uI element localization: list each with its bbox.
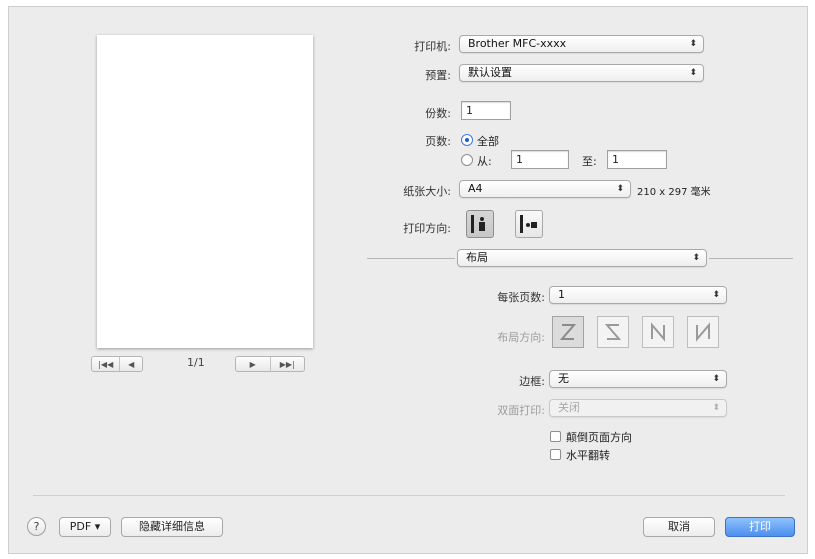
landscape-orientation-button[interactable] — [515, 210, 543, 238]
printer-value: Brother MFC-xxxx — [468, 37, 567, 50]
z-direction-icon — [559, 324, 577, 340]
next-page-button[interactable]: ▶ — [236, 357, 270, 371]
printer-label: 打印机: — [414, 40, 451, 53]
updown-arrows-icon: ⬍ — [689, 68, 697, 78]
border-value: 无 — [558, 372, 569, 385]
reverse-orientation-checkbox[interactable] — [550, 431, 561, 442]
first-page-button[interactable]: |◀◀ — [92, 357, 119, 371]
page-preview — [97, 35, 313, 348]
two-sided-select[interactable]: 关闭 ⬍ — [549, 399, 727, 417]
section-select[interactable]: 布局 ⬍ — [457, 249, 707, 267]
portrait-icon — [471, 215, 485, 233]
copies-label: 份数: — [425, 107, 451, 120]
pages-from-label: 从: — [477, 155, 492, 168]
cancel-button[interactable]: 取消 — [643, 517, 715, 537]
landscape-icon — [520, 215, 537, 233]
reverse-orientation-label: 颠倒页面方向 — [566, 431, 632, 444]
layout-direction-z-button[interactable] — [552, 316, 584, 348]
page-counter: 1/1 — [187, 356, 205, 369]
pages-range-radio[interactable] — [461, 154, 473, 166]
pages-per-sheet-value: 1 — [558, 288, 565, 301]
pdf-menu-button[interactable]: PDF ▾ — [59, 517, 111, 537]
portrait-orientation-button[interactable] — [466, 210, 494, 238]
updown-arrows-icon: ⬍ — [616, 184, 624, 194]
layout-direction-reverse-n-button[interactable] — [687, 316, 719, 348]
section-value: 布局 — [466, 251, 488, 264]
section-separator-right — [709, 258, 793, 259]
updown-arrows-icon: ⬍ — [712, 374, 720, 384]
layout-direction-label: 布局方向: — [497, 331, 545, 344]
border-select[interactable]: 无 ⬍ — [549, 370, 727, 388]
presets-select[interactable]: 默认设置 ⬍ — [459, 64, 704, 82]
paper-size-value: A4 — [468, 182, 483, 195]
footer-divider — [33, 495, 785, 496]
preview-nav-back: |◀◀ ◀ — [91, 356, 143, 372]
print-button[interactable]: 打印 — [725, 517, 795, 537]
updown-arrows-icon: ⬍ — [689, 39, 697, 49]
layout-direction-s-button[interactable] — [597, 316, 629, 348]
section-separator-left — [367, 258, 455, 259]
pages-all-radio[interactable] — [461, 134, 473, 146]
last-page-button[interactable]: ▶▶| — [269, 357, 305, 371]
paper-dimensions: 210 x 297 毫米 — [637, 187, 711, 198]
help-button[interactable]: ? — [27, 517, 46, 536]
printer-select[interactable]: Brother MFC-xxxx ⬍ — [459, 35, 704, 53]
s-direction-icon — [604, 324, 622, 340]
pages-label: 页数: — [425, 135, 451, 148]
presets-value: 默认设置 — [468, 66, 512, 79]
orientation-label: 打印方向: — [403, 222, 451, 235]
previous-page-button[interactable]: ◀ — [119, 357, 142, 371]
pages-per-sheet-select[interactable]: 1 ⬍ — [549, 286, 727, 304]
paper-size-label: 纸张大小: — [403, 185, 451, 198]
two-sided-value: 关闭 — [558, 401, 580, 414]
updown-arrows-icon: ⬍ — [712, 290, 720, 300]
n-direction-icon — [651, 322, 665, 342]
pages-all-label: 全部 — [477, 135, 499, 148]
copies-field[interactable]: 1 — [461, 101, 511, 120]
pages-to-label: 至: — [582, 155, 597, 168]
preview-nav-forward: ▶ ▶▶| — [235, 356, 305, 372]
flip-horizontally-checkbox[interactable] — [550, 449, 561, 460]
layout-direction-n-button[interactable] — [642, 316, 674, 348]
presets-label: 预置: — [425, 69, 451, 82]
pages-per-sheet-label: 每张页数: — [497, 291, 545, 304]
two-sided-label: 双面打印: — [497, 404, 545, 417]
flip-horizontally-label: 水平翻转 — [566, 449, 610, 462]
reverse-n-direction-icon — [696, 322, 710, 342]
pages-to-field[interactable]: 1 — [607, 150, 667, 169]
updown-arrows-icon: ⬍ — [712, 403, 720, 413]
updown-arrows-icon: ⬍ — [692, 253, 700, 263]
border-label: 边框: — [519, 375, 545, 388]
hide-details-button[interactable]: 隐藏详细信息 — [121, 517, 223, 537]
print-dialog: |◀◀ ◀ 1/1 ▶ ▶▶| 打印机: Brother MFC-xxxx ⬍ … — [8, 6, 808, 554]
paper-size-select[interactable]: A4 ⬍ — [459, 180, 631, 198]
pages-from-field[interactable]: 1 — [511, 150, 569, 169]
